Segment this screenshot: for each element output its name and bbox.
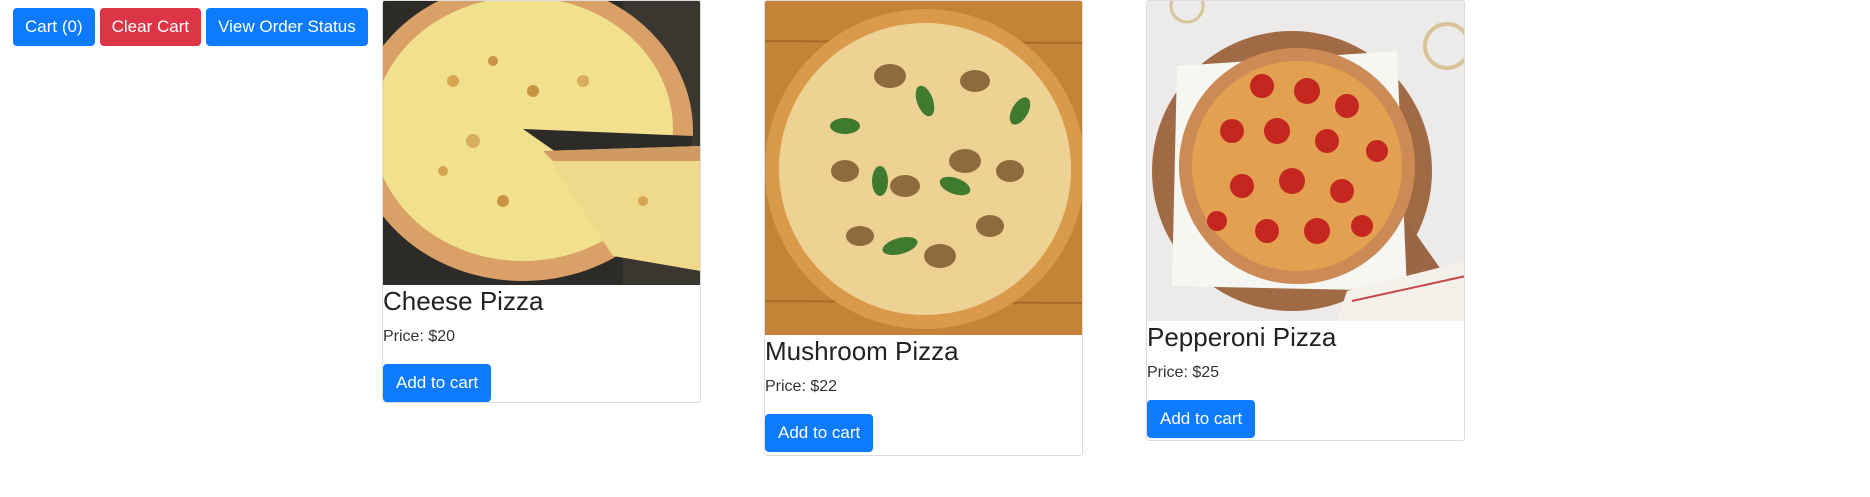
pepperoni-pizza-image (1147, 1, 1464, 321)
add-to-cart-button[interactable]: Add to cart (765, 414, 874, 452)
product-card-mushroom: Mushroom Pizza Price: $22 Add to cart (764, 0, 1083, 456)
cart-button[interactable]: Cart (0) (13, 8, 95, 46)
product-name: Mushroom Pizza (765, 336, 959, 366)
cheese-pizza-image (383, 1, 700, 285)
page: Cart (0) Clear Cart View Order Status Ch… (0, 0, 1870, 497)
product-price: Price: $22 (765, 378, 838, 395)
toolbar: Cart (0) Clear Cart View Order Status (13, 8, 368, 46)
clear-cart-button[interactable]: Clear Cart (99, 8, 202, 46)
product-price: Price: $20 (383, 328, 456, 345)
product-card-cheese: Cheese Pizza Price: $20 Add to cart (382, 0, 701, 403)
mushroom-pizza-image (765, 1, 1082, 335)
product-name: Cheese Pizza (383, 286, 544, 316)
add-to-cart-button[interactable]: Add to cart (1147, 400, 1256, 438)
add-to-cart-button[interactable]: Add to cart (383, 364, 492, 402)
product-price: Price: $25 (1147, 364, 1220, 381)
product-card-pepperoni: Pepperoni Pizza Price: $25 Add to cart (1146, 0, 1465, 441)
product-name: Pepperoni Pizza (1147, 322, 1337, 352)
view-order-status-button[interactable]: View Order Status (206, 8, 368, 46)
